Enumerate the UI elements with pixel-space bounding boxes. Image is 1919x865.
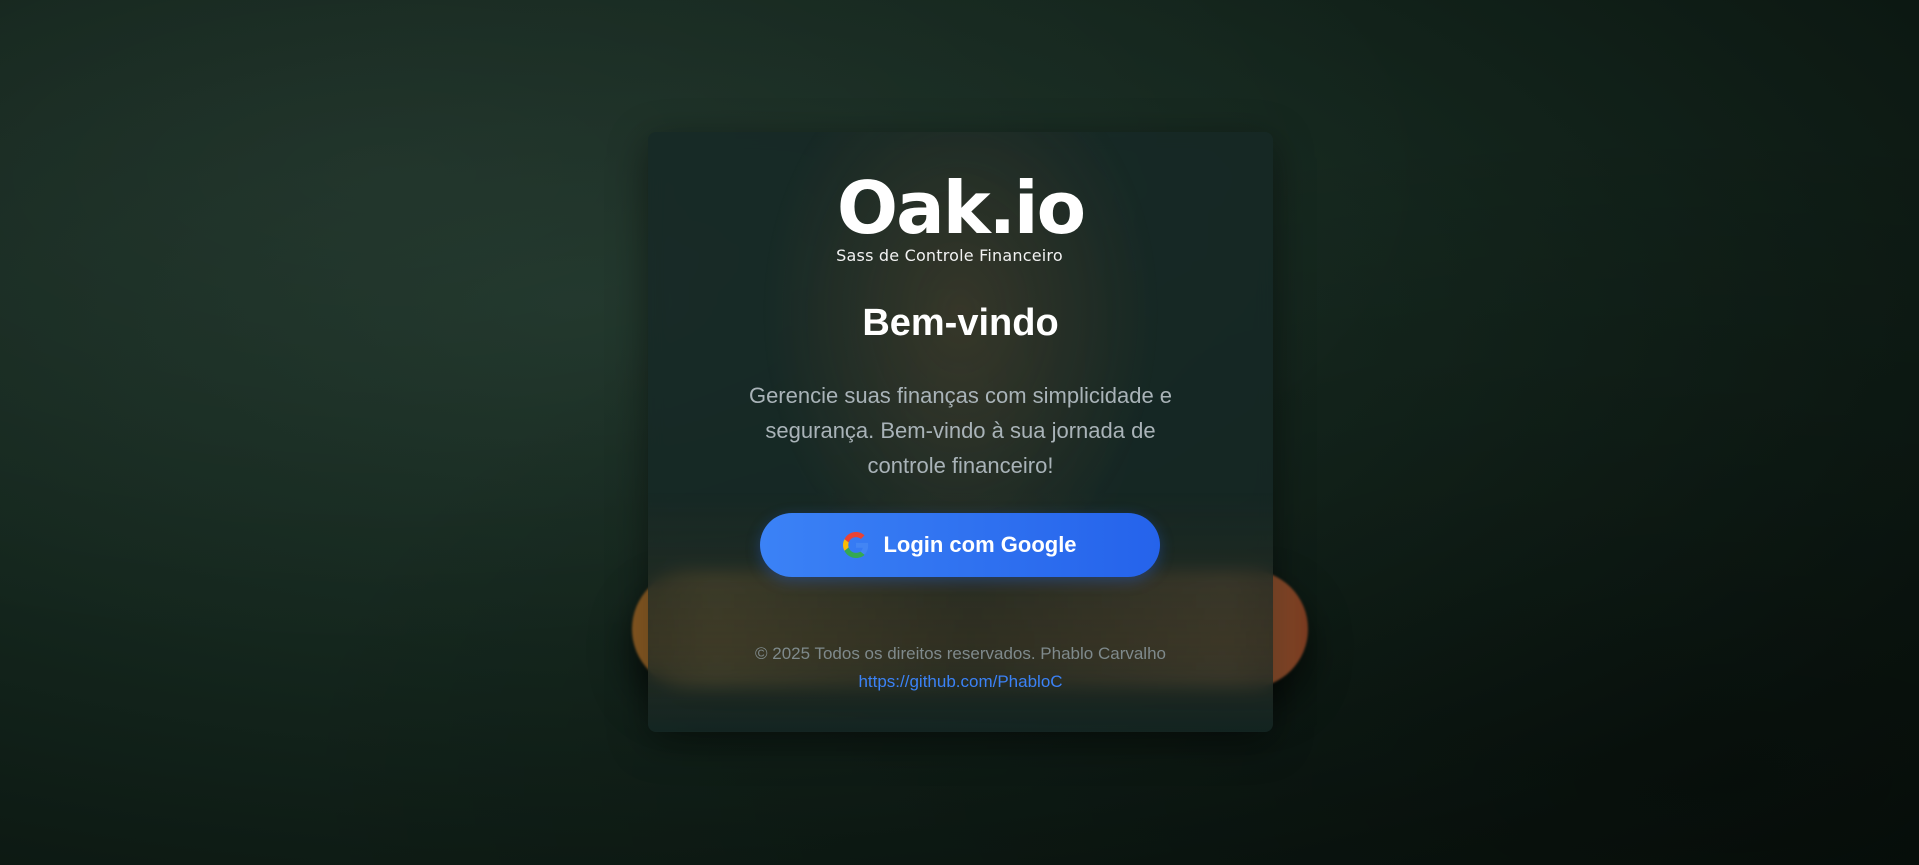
github-link[interactable]: https://github.com/PhabloC: [858, 672, 1062, 691]
welcome-title: Bem-vindo: [862, 302, 1059, 344]
brand-logo: Oak.io Sass de Controle Financeiro: [648, 172, 1273, 272]
google-login-label: Login com Google: [883, 532, 1077, 557]
login-card: Oak.io Sass de Controle Financeiro Bem-v…: [648, 132, 1273, 732]
google-login-button[interactable]: Login com Google: [760, 513, 1160, 577]
copyright-text: © 2025 Todos os direitos reservados. Pha…: [754, 644, 1166, 663]
logo-name: Oak.io: [836, 166, 1086, 250]
logo-tagline: Sass de Controle Financeiro: [836, 246, 1063, 265]
welcome-description: Gerencie suas finanças com simplicidade …: [748, 383, 1173, 478]
google-icon: [843, 532, 869, 558]
footer: © 2025 Todos os direitos reservados. Pha…: [648, 640, 1273, 696]
